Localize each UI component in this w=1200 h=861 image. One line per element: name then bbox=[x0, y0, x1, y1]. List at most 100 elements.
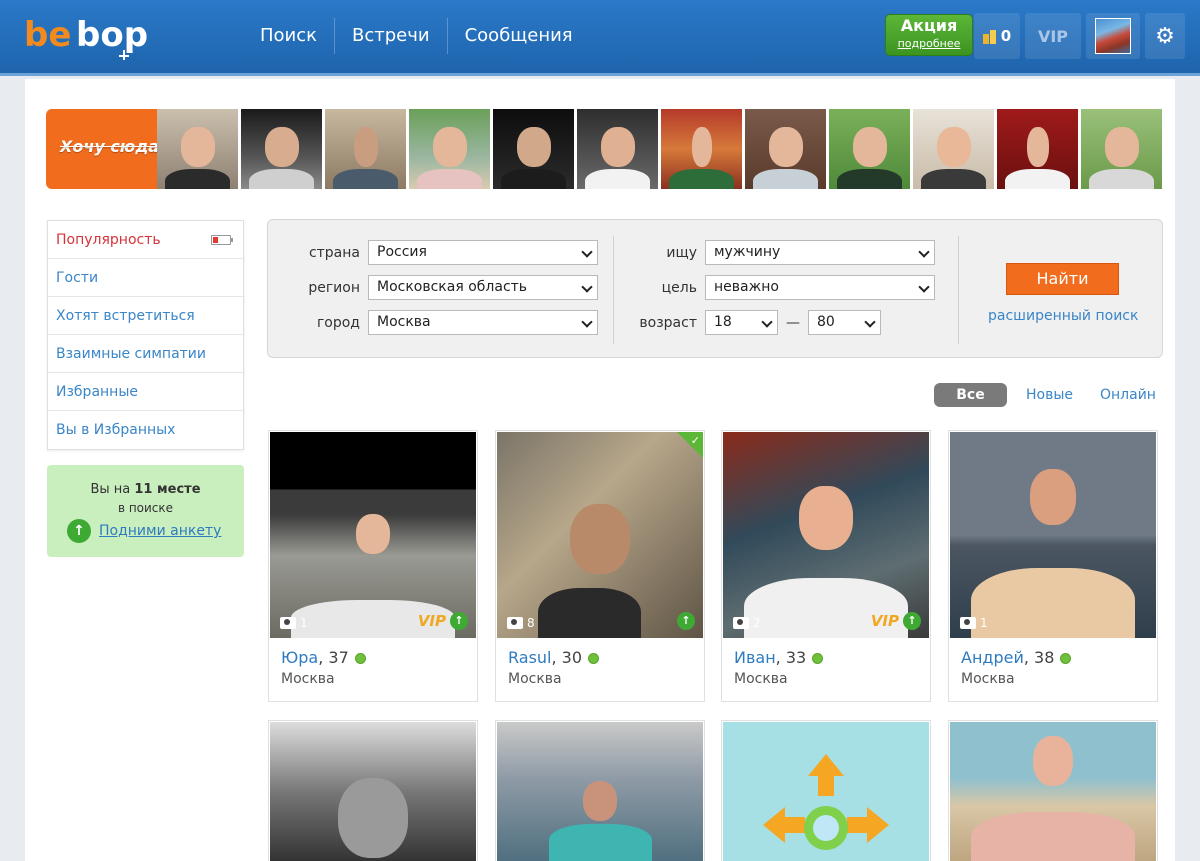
strip-photo[interactable] bbox=[829, 109, 910, 189]
profile-photo[interactable]: 1 bbox=[950, 432, 1156, 638]
profile-photo[interactable]: 2 VIP ↑ bbox=[723, 432, 929, 638]
region-select[interactable]: Московская область bbox=[368, 275, 598, 300]
raise-profile-link[interactable]: Подними анкету bbox=[99, 523, 221, 539]
strip-photo[interactable] bbox=[241, 109, 322, 189]
age-to-select[interactable]: 80 bbox=[808, 310, 881, 335]
vip-button[interactable]: VIP bbox=[1025, 13, 1081, 59]
strip-photo[interactable] bbox=[409, 109, 490, 189]
strip-photo[interactable] bbox=[577, 109, 658, 189]
raised-arrow-icon: ↑ bbox=[677, 612, 695, 630]
sidebar-item-guests[interactable]: Гости bbox=[48, 259, 243, 297]
city-label: город bbox=[316, 314, 360, 331]
country-select[interactable]: Россия bbox=[368, 240, 598, 265]
nav-search[interactable]: Поиск bbox=[243, 18, 336, 54]
profile-card[interactable]: 2 VIP ↑ Иван , 33 Москва bbox=[721, 430, 931, 702]
strip-photo[interactable] bbox=[493, 109, 574, 189]
profile-photo[interactable] bbox=[950, 722, 1156, 861]
sidebar-item-favorites[interactable]: Избранные bbox=[48, 373, 243, 411]
main-nav: Поиск Встречи Сообщения bbox=[243, 18, 590, 54]
coins-icon bbox=[982, 30, 996, 44]
profile-city: Москва bbox=[281, 671, 335, 687]
camera-icon bbox=[960, 617, 976, 629]
sidebar-item-label: Популярность bbox=[56, 232, 161, 248]
profile-card[interactable] bbox=[721, 720, 931, 861]
form-divider bbox=[958, 236, 959, 344]
profile-photo[interactable]: ✓ 8 ↑ bbox=[497, 432, 703, 638]
city-select[interactable]: Москва bbox=[368, 310, 598, 335]
strip-photo[interactable] bbox=[661, 109, 742, 189]
profile-card[interactable]: ✓ 8 ↑ Rasul , 30 Москва bbox=[495, 430, 705, 702]
profile-age: , 33 bbox=[775, 648, 807, 667]
promo-title: Акция bbox=[900, 16, 958, 35]
sidebar-item-popularity[interactable]: Популярность bbox=[48, 221, 243, 259]
strip-photo[interactable] bbox=[745, 109, 826, 189]
raise-profile-button[interactable]: ↑ Подними анкету bbox=[67, 519, 221, 543]
strip-photo[interactable] bbox=[1081, 109, 1162, 189]
search-rank-box: Вы на 11 месте в поиске ↑ Подними анкету bbox=[47, 465, 244, 557]
vip-badge: VIP bbox=[870, 612, 899, 630]
sidebar-item-in-favorites[interactable]: Вы в Избранных bbox=[48, 411, 243, 449]
svg-text:bop: bop bbox=[76, 15, 148, 55]
online-status-icon bbox=[812, 652, 824, 664]
online-status-icon bbox=[1060, 652, 1072, 664]
avatar-image bbox=[1095, 18, 1131, 54]
profile-card[interactable]: 1 Андрей , 38 Москва bbox=[948, 430, 1158, 702]
camera-icon bbox=[733, 617, 749, 629]
no-photo-placeholder[interactable] bbox=[723, 722, 929, 861]
strip-photo[interactable] bbox=[913, 109, 994, 189]
search-form: страна Россия регион Московская область … bbox=[267, 219, 1163, 358]
online-status-icon bbox=[588, 652, 600, 664]
coins-count: 0 bbox=[1000, 27, 1012, 45]
search-arrows-icon bbox=[763, 754, 889, 850]
rank-suffix: в поиске bbox=[117, 501, 174, 515]
profile-name[interactable]: Rasul bbox=[508, 647, 552, 669]
seek-select[interactable]: мужчину bbox=[705, 240, 935, 265]
profile-city: Москва bbox=[734, 671, 788, 687]
photo-count: 8 bbox=[507, 616, 535, 630]
goal-select[interactable]: неважно bbox=[705, 275, 935, 300]
profile-name[interactable]: Юра bbox=[281, 647, 318, 669]
sidebar-menu: Популярность Гости Хотят встретиться Вза… bbox=[47, 220, 244, 450]
promo-details-link[interactable]: подробнее bbox=[886, 37, 972, 51]
svg-text:be: be bbox=[24, 15, 71, 55]
profile-card[interactable] bbox=[268, 720, 478, 861]
profile-photo[interactable] bbox=[270, 722, 476, 861]
profile-card[interactable] bbox=[948, 720, 1158, 861]
profile-card[interactable] bbox=[495, 720, 705, 861]
sidebar-item-want-to-meet[interactable]: Хотят встретиться bbox=[48, 297, 243, 335]
age-from-select[interactable]: 18 bbox=[705, 310, 778, 335]
strip-photo[interactable] bbox=[997, 109, 1078, 189]
vip-badge: VIP bbox=[417, 612, 446, 630]
sidebar-item-mutual-likes[interactable]: Взаимные симпатии bbox=[48, 335, 243, 373]
raised-arrow-icon: ↑ bbox=[450, 612, 468, 630]
advanced-search-link[interactable]: расширенный поиск bbox=[988, 308, 1138, 324]
online-status-icon bbox=[354, 652, 366, 664]
settings-gear-icon[interactable]: ⚙ bbox=[1145, 13, 1185, 59]
profile-photo[interactable] bbox=[497, 722, 703, 861]
rank-prefix: Вы на bbox=[90, 482, 131, 497]
profile-card[interactable]: 1 VIP ↑ Юра , 37 Москва bbox=[268, 430, 478, 702]
tab-online[interactable]: Онлайн bbox=[1100, 383, 1156, 407]
find-button[interactable]: Найти bbox=[1006, 263, 1119, 295]
age-dash: — bbox=[786, 314, 800, 331]
profile-name[interactable]: Андрей bbox=[961, 647, 1024, 669]
strip-photo[interactable] bbox=[325, 109, 406, 189]
profile-name[interactable]: Иван bbox=[734, 647, 776, 669]
rank-place: 11 месте bbox=[134, 482, 201, 497]
photo-count: 1 bbox=[960, 616, 988, 630]
photo-count: 2 bbox=[733, 616, 761, 630]
nav-meetings[interactable]: Встречи bbox=[335, 18, 448, 54]
nav-messages[interactable]: Сообщения bbox=[448, 18, 590, 54]
goal-label: цель bbox=[661, 279, 697, 296]
promo-button[interactable]: Акция подробнее bbox=[885, 14, 973, 56]
tab-all[interactable]: Все bbox=[934, 383, 1007, 407]
arrow-up-icon: ↑ bbox=[67, 519, 91, 543]
coins-balance[interactable]: 0 bbox=[974, 13, 1020, 59]
profile-photo[interactable]: 1 VIP ↑ bbox=[270, 432, 476, 638]
bebop-logo[interactable]: be bop bbox=[24, 12, 174, 62]
user-avatar[interactable] bbox=[1086, 13, 1140, 59]
camera-icon bbox=[507, 617, 523, 629]
strip-photo[interactable] bbox=[157, 109, 238, 189]
tab-new[interactable]: Новые bbox=[1026, 383, 1073, 407]
want-here-button[interactable]: Хочу сюда! bbox=[46, 109, 186, 189]
